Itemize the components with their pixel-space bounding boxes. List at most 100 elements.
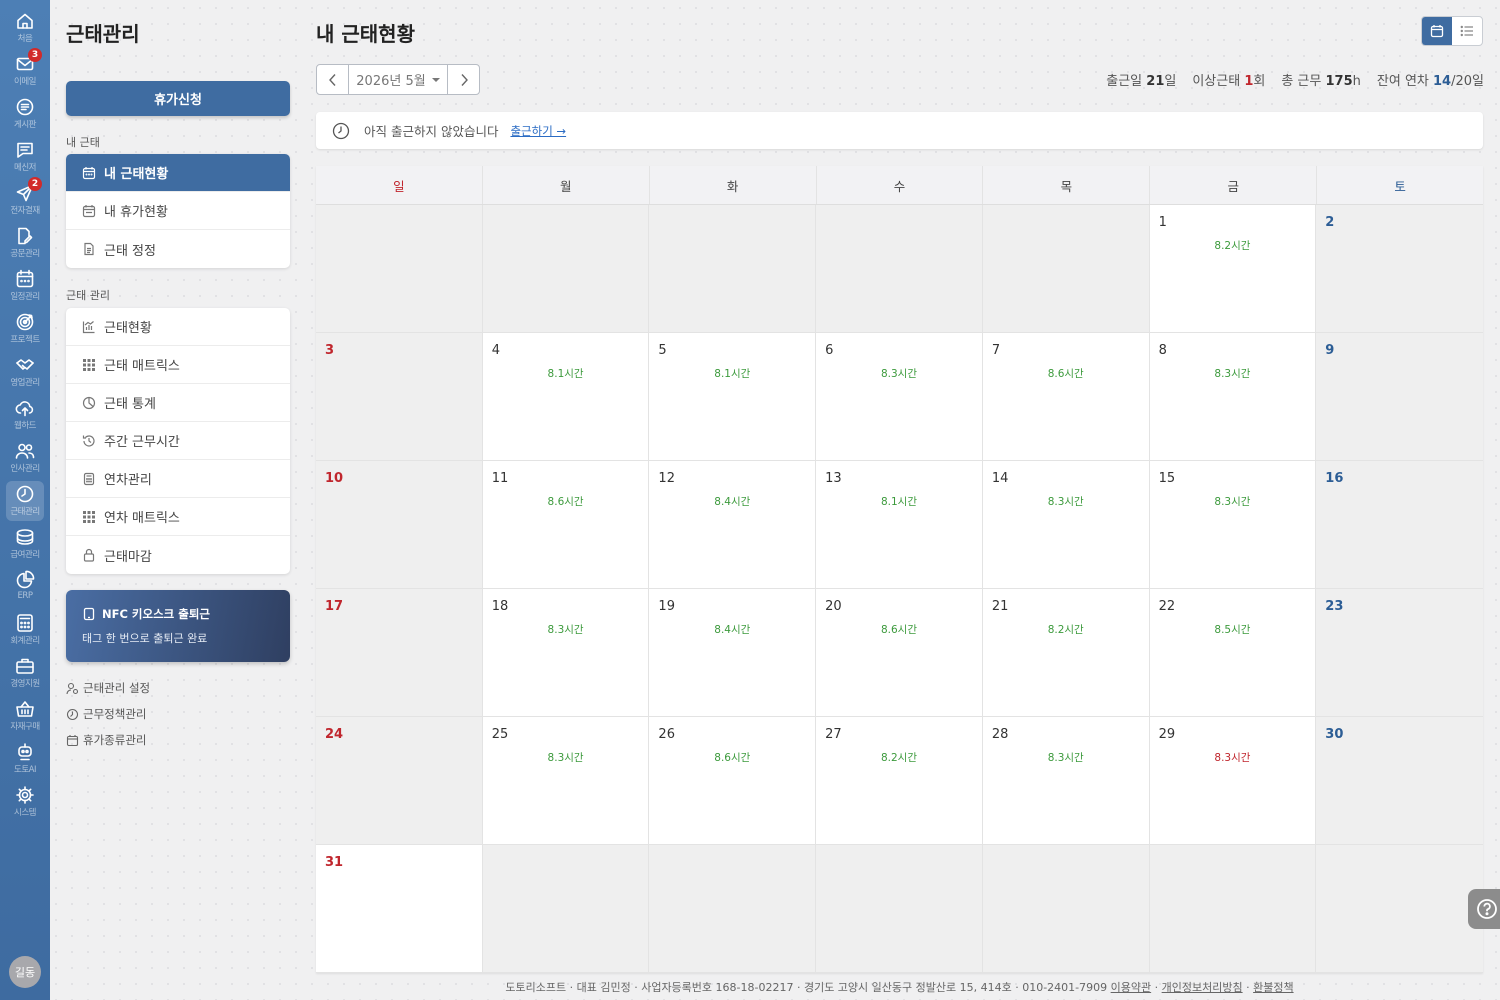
rail-item-home[interactable]: 처음 <box>6 8 44 48</box>
calendar-day-cell[interactable]: 27 8.2시간 <box>816 717 983 845</box>
menu-weekly-hours[interactable]: 주간 근무시간 <box>66 422 290 460</box>
rail-item-mail[interactable]: 이메일 3 <box>6 48 44 91</box>
rail-item-clock[interactable]: 근태관리 <box>6 481 44 521</box>
leave-request-button[interactable]: 휴가신청 <box>66 81 290 116</box>
calendar-day-cell[interactable]: 14 8.3시간 <box>982 461 1150 589</box>
menu-attendance-correction[interactable]: 근태 정정 <box>66 230 290 268</box>
work-hours: 8.5시간 <box>1214 624 1251 636</box>
stat-attend-days: 출근일 21일 <box>1106 74 1177 89</box>
rail-item-send[interactable]: 전자결재 2 <box>6 177 44 220</box>
link-attendance-settings[interactable]: 근태관리 설정 <box>66 680 150 696</box>
menu-attendance-status[interactable]: 근태현황 <box>66 308 290 346</box>
calendar-day-cell[interactable]: 23 <box>1316 589 1483 717</box>
calendar-day-cell[interactable]: 5 8.1시간 <box>649 333 817 461</box>
nfc-kiosk-banner[interactable]: NFC 키오스크 출퇴근 태그 한 번으로 출퇴근 완료 <box>66 590 290 662</box>
menu-attendance-matrix[interactable]: 근태 매트릭스 <box>66 346 290 384</box>
privacy-link[interactable]: 개인정보처리방침 <box>1162 981 1243 994</box>
calendar-day-cell <box>649 845 817 973</box>
notification-badge: 3 <box>28 48 42 62</box>
rail-item-pie[interactable]: ERP <box>6 567 44 607</box>
calendar-day-cell[interactable]: 21 8.2시간 <box>982 589 1150 717</box>
side-title: 근태관리 <box>66 22 140 46</box>
next-month-button[interactable] <box>448 65 479 94</box>
calendar-day-cell[interactable]: 4 8.1시간 <box>482 333 650 461</box>
calendar-day-cell[interactable]: 31 <box>316 845 483 973</box>
rail-label: 처음 <box>17 34 33 44</box>
rail-item-coins[interactable]: 급여관리 <box>6 524 44 564</box>
day-number: 29 <box>1158 727 1176 742</box>
calendar-day-cell[interactable]: 29 8.3시간 <box>1149 717 1317 845</box>
calendar-day-cell <box>816 205 983 333</box>
rail-item-basket[interactable]: 자재구매 <box>6 696 44 736</box>
menu-my-leave[interactable]: 내 휴가현황 <box>66 192 290 230</box>
rail-item-calendar[interactable]: 일정관리 <box>6 266 44 306</box>
refund-link[interactable]: 환불정책 <box>1253 981 1293 994</box>
rail-item-target[interactable]: 프로젝트 <box>6 309 44 349</box>
link-work-policy[interactable]: 근무정책관리 <box>66 706 146 722</box>
month-select[interactable]: 2026년 5월 <box>348 65 448 94</box>
calendar-day-cell[interactable]: 18 8.3시간 <box>482 589 650 717</box>
terms-link[interactable]: 이용약관 <box>1111 981 1151 994</box>
calendar-day-cell[interactable]: 17 <box>316 589 483 717</box>
calendar-day-cell[interactable]: 28 8.3시간 <box>982 717 1150 845</box>
rail-item-handshake[interactable]: 영업관리 <box>6 352 44 392</box>
rail-item-doc-edit[interactable]: 공문관리 <box>6 223 44 263</box>
calendar-day-cell[interactable]: 9 <box>1316 333 1483 461</box>
checkin-link[interactable]: 출근하기 → <box>510 123 566 139</box>
prev-month-button[interactable] <box>317 65 348 94</box>
calendar-day-cell[interactable]: 15 8.3시간 <box>1149 461 1317 589</box>
calendar-day-cell[interactable]: 20 8.6시간 <box>816 589 983 717</box>
menu-my-attendance[interactable]: 내 근태현황 <box>66 154 290 192</box>
calendar-day-cell[interactable]: 19 8.4시간 <box>649 589 817 717</box>
rail-label: 영업관리 <box>10 378 40 388</box>
calendar-day-cell[interactable]: 2 <box>1316 205 1483 333</box>
menu-annual-leave[interactable]: 연차관리 <box>66 460 290 498</box>
rail-item-cloud-upload[interactable]: 웹하드 <box>6 395 44 435</box>
rail-item-briefcase[interactable]: 경영지원 <box>6 653 44 693</box>
calendar-day-cell[interactable]: 3 <box>316 333 483 461</box>
work-hours: 8.1시간 <box>714 368 751 380</box>
rail-item-board[interactable]: 게시판 <box>6 94 44 134</box>
menu-attendance-closing[interactable]: 근태마감 <box>66 536 290 574</box>
rail-item-calculator[interactable]: 회계관리 <box>6 610 44 650</box>
calendar-day-cell[interactable]: 10 <box>316 461 483 589</box>
nfc-title-text: NFC 키오스크 출퇴근 <box>102 607 210 621</box>
calendar-day-cell <box>316 205 483 333</box>
user-avatar[interactable]: 길동 <box>9 956 41 988</box>
calendar-day-cell[interactable]: 7 8.6시간 <box>982 333 1150 461</box>
calendar-day-cell[interactable]: 22 8.5시간 <box>1149 589 1317 717</box>
menu-label: 연차관리 <box>104 473 152 488</box>
calendar-day-cell[interactable]: 12 8.4시간 <box>649 461 817 589</box>
calendar-day-cell[interactable]: 13 8.1시간 <box>816 461 983 589</box>
help-button[interactable] <box>1468 889 1500 929</box>
calendar-icon <box>82 204 96 217</box>
work-hours: 8.1시간 <box>547 368 584 380</box>
home-icon <box>17 13 33 29</box>
month-label: 2026년 5월 <box>356 74 426 89</box>
calendar-day-cell[interactable]: 26 8.6시간 <box>649 717 817 845</box>
rail-item-robot[interactable]: 도토AI <box>6 739 44 779</box>
list-view-button[interactable] <box>1452 17 1482 45</box>
calendar-day-cell <box>649 205 817 333</box>
calendar-day-cell[interactable]: 16 <box>1316 461 1483 589</box>
menu-leave-matrix[interactable]: 연차 매트릭스 <box>66 498 290 536</box>
calendar-day-cell[interactable]: 30 <box>1316 717 1483 845</box>
calendar-day-cell[interactable]: 1 8.2시간 <box>1149 205 1317 333</box>
work-hours: 8.3시간 <box>1214 496 1251 508</box>
rail-item-people[interactable]: 인사관리 <box>6 438 44 478</box>
calendar-day-cell[interactable]: 25 8.3시간 <box>482 717 650 845</box>
my-attendance-menu: 내 근태현황 내 휴가현황 근태 정정 <box>66 154 290 268</box>
day-number: 8 <box>1158 343 1167 358</box>
calendar-day-cell[interactable]: 6 8.3시간 <box>816 333 983 461</box>
robot-icon <box>18 743 32 761</box>
calendar-view-button[interactable] <box>1422 17 1452 45</box>
calendar-day-cell[interactable]: 8 8.3시간 <box>1149 333 1317 461</box>
link-leave-types[interactable]: 휴가종류관리 <box>66 732 146 748</box>
menu-attendance-stats[interactable]: 근태 통계 <box>66 384 290 422</box>
rail-item-chat[interactable]: 메신저 <box>6 137 44 177</box>
calendar-day-cell[interactable]: 11 8.6시간 <box>482 461 650 589</box>
rail-item-gear[interactable]: 시스템 <box>6 782 44 822</box>
month-navigator: 2026년 5월 <box>316 64 480 95</box>
calendar-day-cell[interactable]: 24 <box>316 717 483 845</box>
tablet-icon <box>83 607 95 621</box>
